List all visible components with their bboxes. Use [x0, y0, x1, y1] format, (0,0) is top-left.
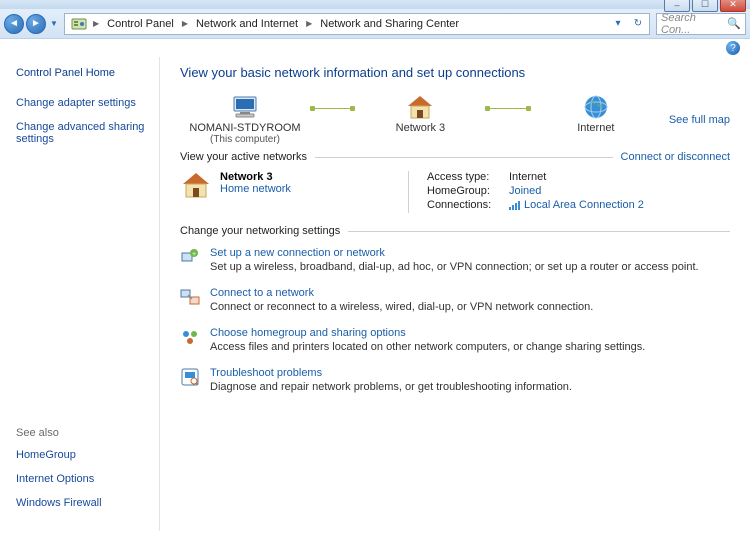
troubleshoot-icon: [180, 367, 200, 387]
homegroup-icon: [180, 327, 200, 347]
connection-link[interactable]: Local Area Connection 2: [509, 199, 644, 211]
task-setup-link[interactable]: Set up a new connection or network: [210, 247, 699, 259]
task-setup-connection: + Set up a new connection or network Set…: [180, 247, 730, 273]
access-type-label: Access type:: [427, 171, 509, 183]
map-connector: [310, 108, 355, 109]
sidebar-home[interactable]: Control Panel Home: [16, 67, 153, 79]
task-troubleshoot-link[interactable]: Troubleshoot problems: [210, 367, 572, 379]
refresh-button[interactable]: ↻: [629, 15, 647, 33]
node-this-pc: NOMANI-STDYROOM (This computer): [180, 94, 310, 145]
homegroup-link[interactable]: Joined: [509, 185, 541, 197]
chevron-right-icon: ▶: [91, 19, 101, 28]
node-net-name: Network 3: [355, 122, 485, 134]
breadcrumb-network-internet[interactable]: Network and Internet: [190, 14, 304, 34]
task-connect-link[interactable]: Connect to a network: [210, 287, 593, 299]
see-full-map-link[interactable]: See full map: [669, 114, 730, 126]
access-type-value: Internet: [509, 171, 546, 183]
task-connect-desc: Connect or reconnect to a wireless, wire…: [210, 301, 593, 313]
sidebar: Control Panel Home Change adapter settin…: [0, 57, 160, 531]
task-homegroup: Choose homegroup and sharing options Acc…: [180, 327, 730, 353]
navbar: ◄ ► ▼ ▶ Control Panel ▶ Network and Inte…: [0, 9, 750, 39]
homegroup-label: HomeGroup:: [427, 185, 509, 197]
task-connect-network: Connect to a network Connect or reconnec…: [180, 287, 730, 313]
node-internet-label: Internet: [531, 122, 661, 134]
sidebar-advanced-sharing[interactable]: Change advanced sharing settings: [16, 121, 153, 145]
chevron-right-icon: ▶: [304, 19, 314, 28]
breadcrumb-control-panel[interactable]: Control Panel: [101, 14, 180, 34]
connection-name: Local Area Connection 2: [524, 199, 644, 211]
help-icon[interactable]: ?: [726, 41, 740, 55]
task-troubleshoot: Troubleshoot problems Diagnose and repai…: [180, 367, 730, 393]
minimize-button[interactable]: –: [664, 0, 690, 12]
control-panel-icon: [71, 16, 87, 32]
back-button[interactable]: ◄: [4, 14, 24, 34]
connections-label: Connections:: [427, 199, 509, 211]
chevron-right-icon: ▶: [180, 19, 190, 28]
close-button[interactable]: ✕: [720, 0, 746, 12]
connect-network-icon: [180, 287, 200, 307]
forward-button[interactable]: ►: [26, 14, 46, 34]
task-homegroup-link[interactable]: Choose homegroup and sharing options: [210, 327, 645, 339]
search-input[interactable]: Search Con... 🔍: [656, 13, 746, 35]
node-internet: Internet: [531, 94, 661, 134]
titlebar: – ☐ ✕: [0, 0, 750, 9]
active-network-type-link[interactable]: Home network: [220, 183, 291, 195]
node-pc-name: NOMANI-STDYROOM: [180, 122, 310, 134]
breadcrumb-network-sharing[interactable]: Network and Sharing Center: [314, 14, 465, 34]
house-icon: [355, 94, 485, 120]
signal-icon: [509, 200, 521, 210]
svg-text:+: +: [192, 251, 196, 258]
map-connector: [485, 108, 530, 109]
see-also-label: See also: [16, 427, 153, 439]
active-networks-label: View your active networks: [180, 151, 307, 163]
connect-disconnect-link[interactable]: Connect or disconnect: [621, 151, 730, 163]
task-homegroup-desc: Access files and printers located on oth…: [210, 341, 645, 353]
task-setup-desc: Set up a wireless, broadband, dial-up, a…: [210, 261, 699, 273]
history-dropdown[interactable]: ▼: [48, 15, 60, 33]
help-row: ?: [0, 39, 750, 57]
computer-icon: [180, 94, 310, 120]
main-panel: View your basic network information and …: [160, 57, 750, 531]
see-also-internet-options[interactable]: Internet Options: [16, 473, 153, 485]
node-pc-sub: (This computer): [180, 134, 310, 145]
tasks-header: Change your networking settings: [180, 225, 340, 237]
globe-icon: [531, 94, 661, 120]
active-network-name: Network 3: [220, 171, 291, 183]
sidebar-adapter-settings[interactable]: Change adapter settings: [16, 97, 153, 109]
house-icon: [180, 171, 212, 199]
node-network: Network 3: [355, 94, 485, 134]
address-bar[interactable]: ▶ Control Panel ▶ Network and Internet ▶…: [64, 13, 650, 35]
network-map: NOMANI-STDYROOM (This computer) Network …: [180, 94, 730, 145]
setup-connection-icon: +: [180, 247, 200, 267]
page-title: View your basic network information and …: [180, 65, 730, 80]
search-icon: 🔍: [727, 17, 741, 30]
active-network-row: Network 3 Home network Access type: Inte…: [180, 171, 730, 213]
see-also-firewall[interactable]: Windows Firewall: [16, 497, 153, 509]
see-also-homegroup[interactable]: HomeGroup: [16, 449, 153, 461]
maximize-button[interactable]: ☐: [692, 0, 718, 12]
search-placeholder: Search Con...: [661, 12, 727, 36]
task-troubleshoot-desc: Diagnose and repair network problems, or…: [210, 381, 572, 393]
address-dropdown[interactable]: ▾: [609, 15, 627, 33]
